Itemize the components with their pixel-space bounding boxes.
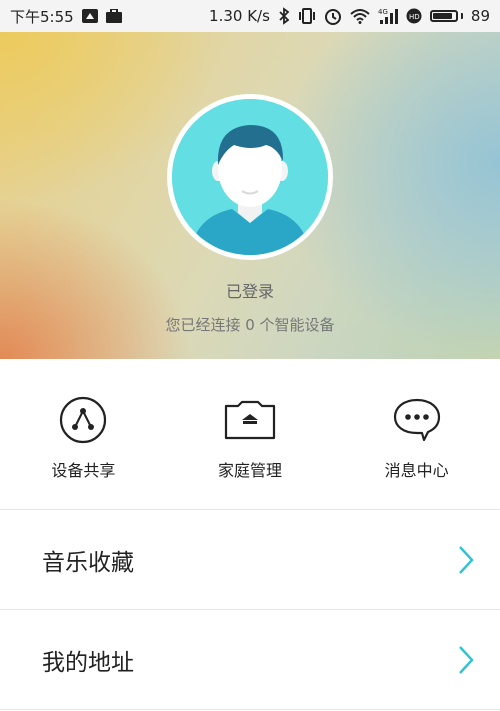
avatar-frame[interactable]: [167, 94, 333, 260]
chevron-right-icon: [459, 645, 474, 674]
list-item-label: 音乐收藏: [42, 549, 134, 576]
device-share-label: 设备共享: [51, 461, 116, 480]
message-icon: [391, 397, 443, 443]
connected-devices-text: 您已经连接 0 个智能设备: [165, 316, 335, 334]
family-manage-button[interactable]: 家庭管理: [185, 359, 315, 481]
list-item-label: 我的地址: [42, 649, 134, 676]
list-item-music-favorites[interactable]: 音乐收藏: [0, 510, 500, 610]
wifi-icon: [350, 8, 370, 24]
chevron-right-icon: [459, 545, 474, 574]
hd-icon: HD: [406, 8, 422, 24]
network-speed: 1.30 K/s: [209, 7, 270, 25]
user-avatar-icon[interactable]: [172, 99, 328, 255]
family-manage-label: 家庭管理: [217, 461, 282, 480]
battery-icon: [429, 10, 463, 22]
briefcase-icon: [105, 9, 122, 23]
svg-text:HD: HD: [409, 13, 420, 21]
vibrate-icon: [298, 8, 316, 24]
signal-4g-icon: 4G: [378, 7, 398, 25]
message-center-button[interactable]: 消息中心: [352, 359, 482, 481]
svg-text:4G: 4G: [378, 8, 388, 16]
alarm-icon: [324, 7, 342, 25]
notification-icon: [81, 9, 98, 23]
status-right: 1.30 K/s 4G HD 89: [209, 7, 490, 25]
status-bar: 下午5:55 1.30 K/s 4G HD 89: [0, 0, 500, 32]
battery-level: 89: [470, 7, 490, 25]
list-item-my-address[interactable]: 我的地址: [0, 610, 500, 710]
share-icon: [57, 396, 109, 444]
battery-fill: [432, 13, 453, 19]
status-left: 下午5:55: [10, 6, 122, 27]
quick-actions: 设备共享 家庭管理 消息中心: [0, 359, 500, 510]
status-time: 下午5:55: [10, 7, 74, 26]
bluetooth-icon: [278, 7, 290, 25]
device-share-button[interactable]: 设备共享: [18, 359, 148, 481]
message-center-label: 消息中心: [384, 461, 449, 480]
login-status: 已登录: [225, 282, 274, 301]
home-folder-icon: [224, 397, 276, 443]
